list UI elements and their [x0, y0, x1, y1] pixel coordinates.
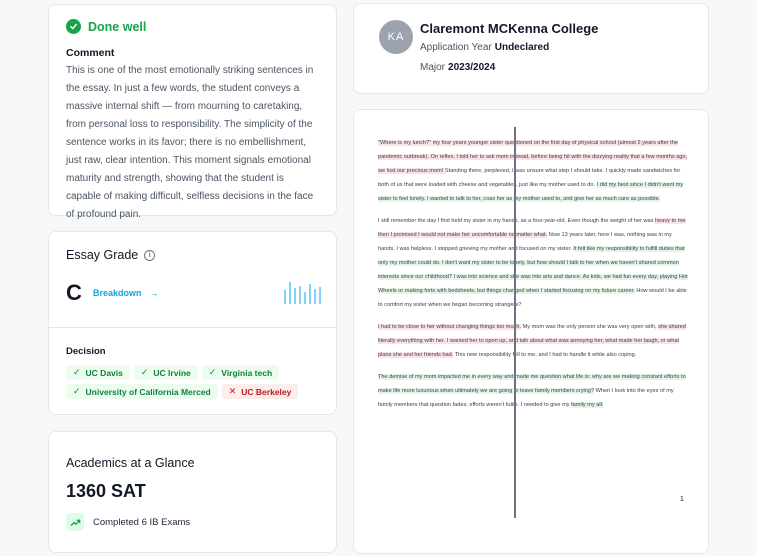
essay-paragraph: I still remember the day I first held my…: [378, 214, 688, 312]
college-name: Claremont MCKenna College: [420, 21, 599, 36]
decision-chip: ✓ University of California Merced: [66, 384, 218, 399]
major: Major 2023/2024: [420, 62, 495, 73]
essay-text-span: My mom was the only person she was very …: [521, 324, 659, 330]
check-circle-icon: [66, 19, 81, 34]
grade-title-row: Essay Grade i: [66, 248, 319, 262]
essay-text-span: I still remember the day I first held my…: [378, 218, 656, 224]
comment-label: Comment: [66, 47, 115, 59]
trending-up-icon: [66, 513, 84, 531]
app-year-value: Undeclared: [494, 42, 550, 53]
decision-chip: ✕ UC Berkeley: [221, 384, 299, 399]
highlight-green[interactable]: It felt like my responsibility to fulfil…: [378, 246, 688, 294]
sat-score: 1360 SAT: [66, 481, 146, 501]
decision-label: Decision: [66, 346, 106, 357]
chip-label: Virginia tech: [221, 367, 273, 378]
arrow-right-icon: →: [149, 288, 159, 298]
grade-section: Essay Grade i C Breakdown →: [49, 232, 336, 327]
chip-label: UC Davis: [85, 367, 123, 378]
essay-text: "Where is my lunch?" my four years young…: [378, 136, 688, 420]
check-icon: ✓: [208, 367, 217, 377]
chip-label: University of California Merced: [85, 386, 211, 397]
highlight-red[interactable]: I had to be close to her without changin…: [378, 324, 522, 330]
academics-card: Academics at a Glance 1360 SAT Completed…: [48, 431, 337, 553]
highlight-green[interactable]: family my all.: [571, 402, 604, 408]
grade-letter: C: [66, 280, 82, 305]
comment-text: This is one of the most emotionally stri…: [66, 65, 314, 220]
breakdown-link[interactable]: Breakdown →: [93, 288, 159, 298]
x-icon: ✕: [228, 386, 237, 396]
application-year: Application Year Undeclared: [420, 42, 549, 53]
decision-chip: ✓ UC Irvine: [133, 365, 198, 380]
avatar: KA: [379, 20, 413, 54]
chip-label: UC Berkeley: [241, 386, 292, 397]
essay-text-span: This new responsibility fell to me, and …: [453, 352, 637, 358]
exams-row: Completed 6 IB Exams: [66, 513, 319, 531]
chip-label: UC Irvine: [153, 367, 191, 378]
major-value: 2023/2024: [448, 62, 496, 73]
done-well-title: Done well: [88, 19, 147, 34]
decision-chip: ✓ UC Davis: [66, 365, 130, 380]
essay-grade-card: Essay Grade i C Breakdown → Decision ✓ UC…: [48, 231, 337, 415]
check-icon: ✓: [73, 367, 81, 377]
profile-card: KA Claremont MCKenna College Application…: [353, 3, 709, 94]
breakdown-label: Breakdown: [93, 288, 142, 298]
essay-paragraph: I had to be close to her without changin…: [378, 320, 688, 362]
essay-grade-title: Essay Grade: [66, 248, 139, 262]
app-year-label: Application Year: [420, 42, 492, 53]
decision-section: Decision ✓ UC Davis ✓ UC Irvine ✓ Virginia …: [49, 328, 336, 399]
academics-title: Academics at a Glance: [66, 456, 195, 470]
info-icon[interactable]: i: [144, 249, 156, 261]
decision-chips: ✓ UC Davis ✓ UC Irvine ✓ Virginia tech ✓ Uni…: [66, 365, 316, 399]
text-cursor-line: [514, 127, 516, 518]
check-icon: ✓: [140, 367, 149, 377]
essay-paragraph: "Where is my lunch?" my four years young…: [378, 136, 688, 206]
check-icon: ✓: [73, 386, 81, 396]
done-well-header: Done well: [66, 19, 319, 34]
major-label: Major: [420, 62, 446, 73]
essay-paragraph: The demise of my mom impacted me in ever…: [378, 370, 688, 412]
exams-text: Completed 6 IB Exams: [93, 516, 191, 528]
essay-document: "Where is my lunch?" my four years young…: [353, 109, 709, 554]
decision-chip: ✓ Virginia tech: [201, 365, 280, 380]
done-well-card: Done well Comment This is one of the mos…: [48, 4, 337, 220]
bar-chart-icon: [284, 282, 321, 304]
page-number: 1: [680, 496, 684, 503]
